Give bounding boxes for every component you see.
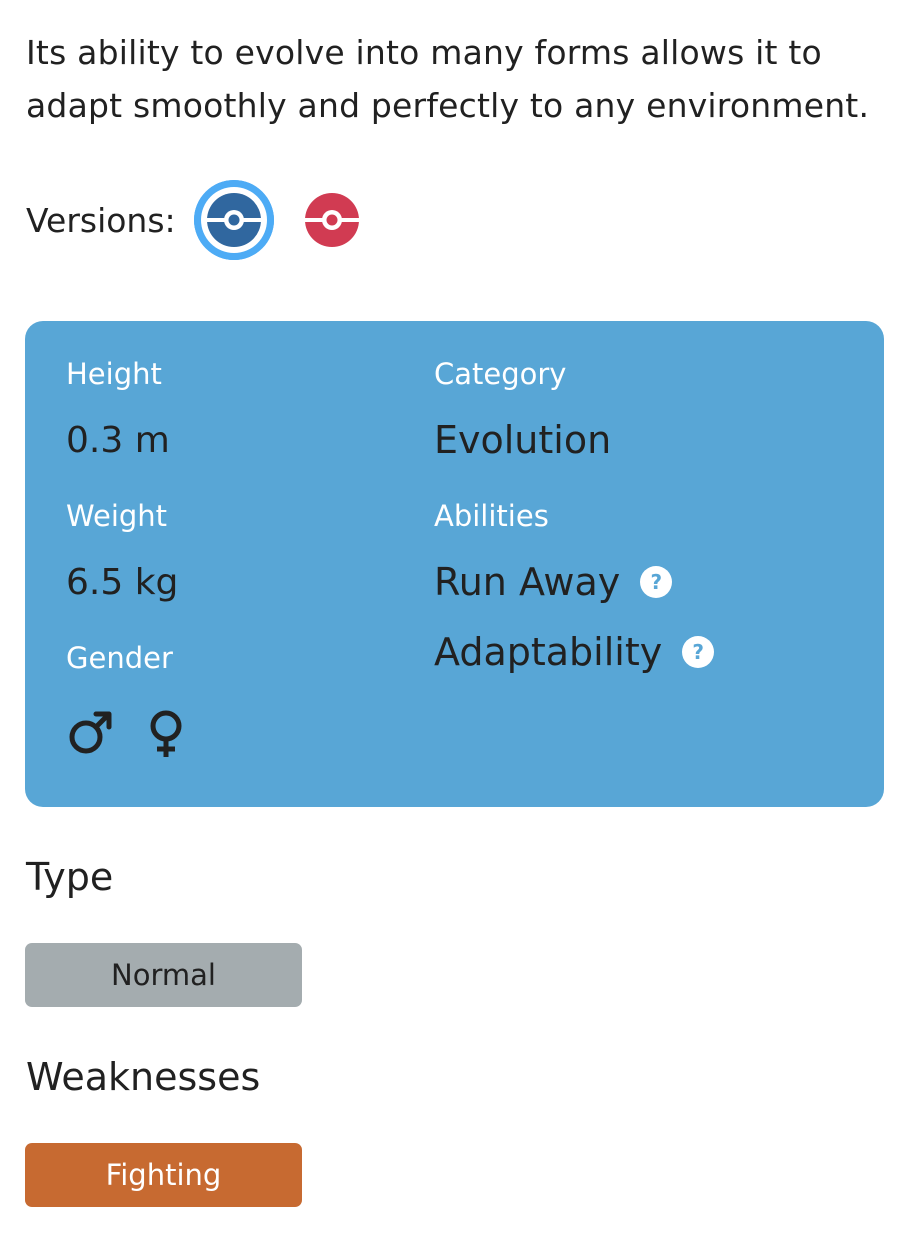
version-blue-button[interactable]: [193, 180, 274, 260]
gender-icons: [69, 710, 182, 757]
weakness-pill-fighting[interactable]: Fighting: [25, 1143, 302, 1207]
gender-label: Gender: [66, 641, 173, 675]
versions-label: Versions:: [26, 200, 176, 240]
ability-name[interactable]: Run Away: [434, 560, 620, 604]
ability-help-icon[interactable]: ?: [682, 636, 715, 668]
female-icon: [150, 710, 182, 757]
ability-item: Adaptability ?: [434, 630, 715, 674]
ability-name[interactable]: Adaptability: [434, 630, 662, 674]
category-label: Category: [434, 357, 567, 391]
type-pill-normal[interactable]: Normal: [25, 943, 302, 1007]
weight-value: 6.5 kg: [66, 562, 179, 603]
weaknesses-title: Weaknesses: [26, 1055, 261, 1099]
height-value: 0.3 m: [66, 420, 170, 461]
abilities-label: Abilities: [434, 499, 549, 533]
versions-row: Versions:: [26, 178, 360, 262]
pokeball-blue-icon: [193, 180, 274, 260]
ability-help-icon[interactable]: ?: [640, 566, 673, 598]
type-title: Type: [26, 855, 114, 899]
pokemon-info-card: Height 0.3 m Weight 6.5 kg Gender Catego…: [25, 321, 884, 807]
male-icon: [69, 711, 112, 754]
ability-item: Run Away ?: [434, 560, 673, 604]
weight-label: Weight: [66, 499, 168, 533]
pokemon-description: Its ability to evolve into many forms al…: [26, 33, 870, 125]
version-red-button[interactable]: [304, 192, 360, 248]
category-value: Evolution: [434, 418, 612, 462]
height-label: Height: [66, 357, 162, 391]
pokeball-red-icon: [304, 193, 359, 247]
